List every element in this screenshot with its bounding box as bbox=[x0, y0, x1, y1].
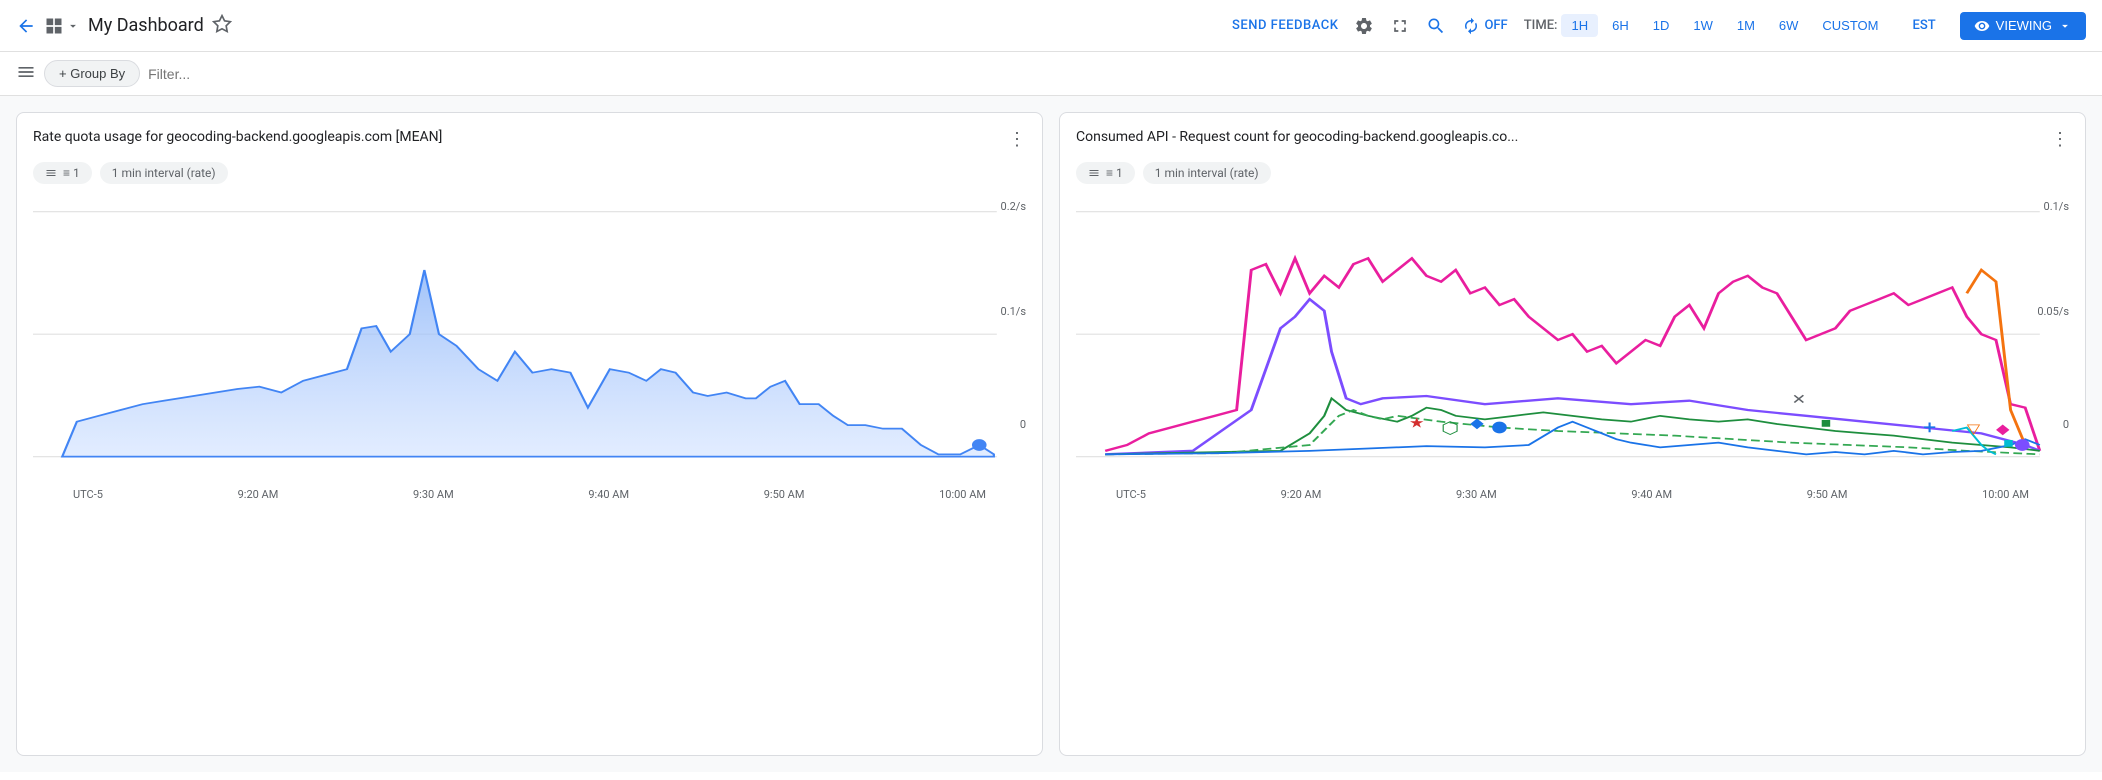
group-by-button[interactable]: + Group By bbox=[44, 60, 140, 87]
chart-title-2: Consumed API - Request count for geocodi… bbox=[1076, 129, 1518, 145]
star-icon[interactable] bbox=[212, 14, 232, 38]
timezone-button[interactable]: EST bbox=[1905, 14, 1944, 37]
chart-svg-1 bbox=[33, 200, 1026, 480]
viewing-label: VIEWING bbox=[1996, 18, 2052, 33]
dashboard-icon[interactable] bbox=[44, 16, 80, 36]
chart-card-1: Rate quota usage for geocoding-backend.g… bbox=[16, 112, 1043, 756]
svg-text:▽: ▽ bbox=[1967, 420, 1981, 437]
fullscreen-icon[interactable] bbox=[1390, 16, 1410, 36]
group-by-label: + Group By bbox=[59, 66, 125, 81]
main-content: Rate quota usage for geocoding-backend.g… bbox=[0, 96, 2102, 772]
chart-area-1: 0.2/s 0.1/s 0 bbox=[33, 200, 1026, 501]
time-custom[interactable]: CUSTOM bbox=[1812, 14, 1888, 37]
time-1d[interactable]: 1D bbox=[1643, 14, 1680, 37]
y-label-bot-2: 0 bbox=[2063, 418, 2069, 431]
svg-text:✕: ✕ bbox=[1792, 391, 1807, 408]
y-label-mid-1: 0.1/s bbox=[1001, 305, 1026, 318]
y-label-top-1: 0.2/s bbox=[1001, 200, 1026, 213]
header: My Dashboard SEND FEEDBACK OFF TIME: 1H … bbox=[0, 0, 2102, 52]
time-section: TIME: 1H 6H 1D 1W 1M 6W CUSTOM bbox=[1524, 14, 1889, 37]
chart-header-2: Consumed API - Request count for geocodi… bbox=[1076, 129, 2069, 150]
svg-text:⬡: ⬡ bbox=[1441, 418, 1459, 437]
toolbar: + Group By bbox=[0, 52, 2102, 96]
hamburger-menu-icon[interactable] bbox=[16, 62, 36, 86]
chart-tag-filter-2[interactable]: ≡ 1 bbox=[1076, 162, 1135, 184]
chart-menu-1[interactable]: ⋮ bbox=[1008, 129, 1026, 150]
chart-svg-2: ★ ⬡ ◆ ✕ ■ + ▽ ◆ ■ bbox=[1076, 200, 2069, 480]
svg-text:+: + bbox=[1923, 417, 1936, 439]
chart-tags-1: ≡ 1 1 min interval (rate) bbox=[33, 162, 1026, 184]
chart-tag-interval-2[interactable]: 1 min interval (rate) bbox=[1143, 162, 1271, 184]
header-center: SEND FEEDBACK OFF TIME: 1H 6H 1D 1W 1M 6… bbox=[1232, 12, 2086, 40]
chart-header-1: Rate quota usage for geocoding-backend.g… bbox=[33, 129, 1026, 150]
back-button[interactable] bbox=[16, 16, 36, 36]
x-labels-2: UTC-5 9:20 AM 9:30 AM 9:40 AM 9:50 AM 10… bbox=[1076, 484, 2069, 501]
time-1h[interactable]: 1H bbox=[1561, 14, 1598, 37]
svg-text:◆: ◆ bbox=[1470, 414, 1484, 431]
svg-text:■: ■ bbox=[2003, 434, 2014, 451]
chart-tags-2: ≡ 1 1 min interval (rate) bbox=[1076, 162, 2069, 184]
chart-title-1: Rate quota usage for geocoding-backend.g… bbox=[33, 129, 442, 145]
chart-area-2: 0.1/s 0.05/s 0 bbox=[1076, 200, 2069, 501]
x-labels-1: UTC-5 9:20 AM 9:30 AM 9:40 AM 9:50 AM 10… bbox=[33, 484, 1026, 501]
auto-refresh-button[interactable]: OFF bbox=[1462, 17, 1507, 35]
send-feedback-button[interactable]: SEND FEEDBACK bbox=[1232, 18, 1338, 33]
auto-refresh-label: OFF bbox=[1484, 18, 1507, 33]
time-1w[interactable]: 1W bbox=[1683, 14, 1723, 37]
time-6w[interactable]: 6W bbox=[1769, 14, 1809, 37]
time-1m[interactable]: 1M bbox=[1727, 14, 1765, 37]
page-title: My Dashboard bbox=[88, 15, 204, 36]
y-label-bot-1: 0 bbox=[1020, 418, 1026, 431]
time-label: TIME: bbox=[1524, 18, 1558, 33]
time-6h[interactable]: 6H bbox=[1602, 14, 1639, 37]
chart-tag-filter-1[interactable]: ≡ 1 bbox=[33, 162, 92, 184]
y-label-mid-2: 0.05/s bbox=[2037, 305, 2069, 318]
settings-icon[interactable] bbox=[1354, 16, 1374, 36]
chart-menu-2[interactable]: ⋮ bbox=[2051, 129, 2069, 150]
svg-text:★: ★ bbox=[1409, 414, 1425, 431]
chart-tag-interval-1[interactable]: 1 min interval (rate) bbox=[100, 162, 228, 184]
search-icon[interactable] bbox=[1426, 16, 1446, 36]
svg-text:■: ■ bbox=[1821, 414, 1832, 431]
header-left: My Dashboard bbox=[16, 14, 1224, 38]
chart-card-2: Consumed API - Request count for geocodi… bbox=[1059, 112, 2086, 756]
filter-input[interactable] bbox=[148, 66, 2086, 82]
y-label-top-2: 0.1/s bbox=[2044, 200, 2069, 213]
viewing-button[interactable]: VIEWING bbox=[1960, 12, 2086, 40]
